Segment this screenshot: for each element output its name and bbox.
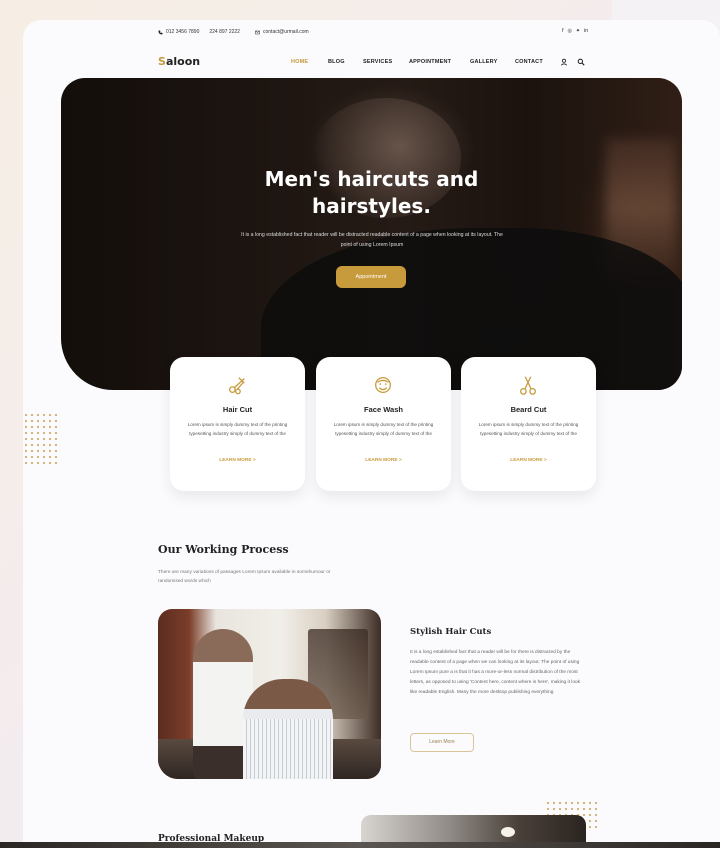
- social-links: f ◎ ✦ in: [562, 28, 588, 34]
- nav-item-services[interactable]: SERVICES: [363, 59, 392, 65]
- photo-striped-cape: [243, 719, 333, 779]
- nav-item-blog[interactable]: BLOG: [328, 59, 345, 65]
- process-section-subtitle: There are many variations of passages Lo…: [158, 570, 331, 584]
- service-card-beard-cut[interactable]: Beard Cut Lorem ipsum is simply dummy te…: [461, 357, 596, 491]
- logo[interactable]: Saloon: [158, 55, 200, 68]
- nav-item-home[interactable]: HOME: [291, 59, 308, 65]
- nav-item-contact[interactable]: CONTACT: [515, 59, 543, 65]
- decorative-dots-left: [23, 412, 61, 467]
- email-contact: contact@urmail.com: [255, 29, 309, 35]
- phone-icon: [158, 30, 163, 34]
- scissors-icon: [520, 376, 536, 395]
- search-icon[interactable]: [577, 58, 585, 66]
- logo-text: aloon: [165, 55, 201, 68]
- hero-subtitle: It is a long established fact that reade…: [241, 232, 503, 248]
- nav-item-appointment[interactable]: APPOINTMENT: [409, 59, 451, 65]
- photo-lamp: [501, 827, 515, 837]
- hero-banner: Men's haircuts and hairstyles. It is a l…: [61, 78, 682, 390]
- service-description: Lorem ipsum is simply dummy text of the …: [478, 422, 579, 436]
- user-icon[interactable]: [560, 58, 568, 66]
- process-section-title: Our Working Process: [158, 543, 289, 556]
- service-title: Hair Cut: [222, 405, 253, 414]
- email-link[interactable]: contact@urmail.com: [263, 29, 309, 35]
- hero-title: Men's haircuts and hairstyles.: [61, 166, 682, 220]
- stylish-section-title: Stylish Hair Cuts: [410, 627, 492, 637]
- service-description: Lorem ipsum is simply dummy text of the …: [187, 422, 288, 436]
- barber-shop-photo: [158, 609, 381, 779]
- instagram-icon[interactable]: ◎: [568, 28, 572, 34]
- nav-item-gallery[interactable]: GALLERY: [470, 59, 497, 65]
- linkedin-icon[interactable]: in: [584, 28, 588, 34]
- hero-title-line-1: Men's haircuts and: [264, 167, 479, 191]
- service-title: Beard Cut: [510, 405, 547, 414]
- face-icon: [375, 377, 391, 393]
- phone-number-2[interactable]: 224 897 2222: [209, 29, 240, 35]
- learn-more-link[interactable]: LEARN MORE >: [316, 458, 451, 463]
- service-card-hair-cut[interactable]: Hair Cut Lorem ipsum is simply dummy tex…: [170, 357, 305, 491]
- appointment-button[interactable]: Appointment: [336, 266, 406, 288]
- learn-more-button[interactable]: Learn More: [410, 733, 474, 752]
- phone-number-1[interactable]: 012 3456 7890: [166, 29, 199, 35]
- facebook-icon[interactable]: f: [562, 28, 563, 34]
- service-card-face-wash[interactable]: Face Wash Lorem ipsum is simply dummy te…: [316, 357, 451, 491]
- twitter-icon[interactable]: ✦: [576, 28, 580, 34]
- service-description: Lorem ipsum is simply dummy text of the …: [333, 422, 434, 436]
- service-title: Face Wash: [364, 405, 403, 414]
- top-contact-bar: 012 3456 7890 224 897 2222 contact@urmai…: [23, 20, 720, 44]
- main-nav: Saloon HOME BLOG SERVICES APPOINTMENT GA…: [23, 50, 720, 74]
- hero-title-line-2: hairstyles.: [312, 194, 431, 218]
- scissors-comb-icon: [229, 377, 245, 395]
- stylish-section-text: It is a long established fact that a rea…: [410, 650, 581, 695]
- bottom-edge-bar: [0, 842, 720, 848]
- mail-icon: [255, 30, 260, 34]
- phone-contact: 012 3456 7890 224 897 2222: [158, 29, 240, 35]
- learn-more-link[interactable]: LEARN MORE >: [461, 458, 596, 463]
- logo-initial: S: [158, 55, 166, 68]
- learn-more-link[interactable]: LEARN MORE >: [170, 458, 305, 463]
- page-card: 012 3456 7890 224 897 2222 contact@urmai…: [23, 20, 720, 848]
